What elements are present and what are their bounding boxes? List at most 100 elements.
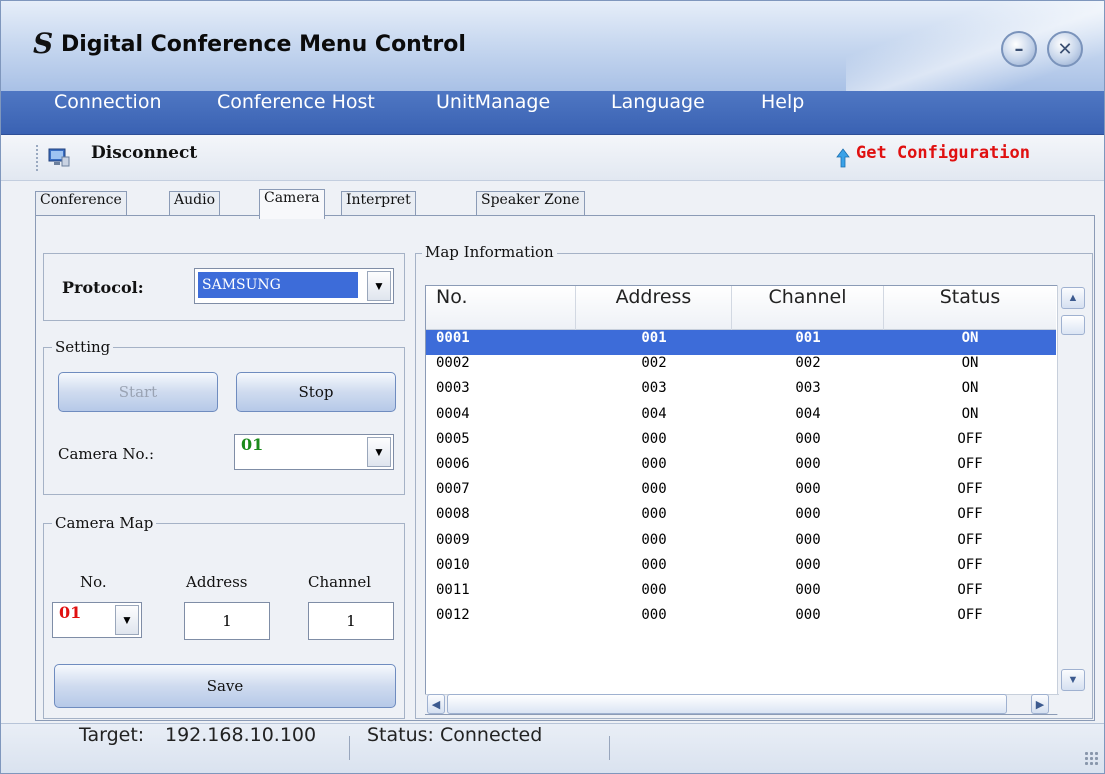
column-header-no[interactable]: No. [426,286,576,330]
table-cell: 0005 [436,430,470,447]
table-cell: OFF [957,430,983,447]
table-cell: 001 [641,330,667,346]
chevron-down-icon[interactable]: ▼ [367,271,391,301]
table-cell: ON [961,330,979,346]
table-cell: OFF [957,481,983,498]
close-button[interactable]: ✕ [1047,31,1083,67]
chevron-down-icon[interactable]: ▼ [115,605,139,635]
table-cell: OFF [957,456,983,472]
tab-camera[interactable]: Camera [259,189,325,219]
camera-no-select[interactable]: 01 ▼ [234,434,394,470]
table-cell: 0006 [436,456,470,472]
connection-status: Status: Connected [367,724,543,746]
table-cell: 000 [641,607,667,624]
table-cell: 000 [641,506,667,523]
target-value: 192.168.10.100 [165,724,317,746]
table-cell: 0004 [436,405,470,422]
scrollbar-thumb[interactable] [1061,315,1085,335]
setting-group: Setting Start Stop Camera No.: 01 ▼ [43,337,405,495]
monitor-icon [48,148,70,167]
table-row[interactable]: 0001 001 001 ON [426,330,1056,355]
table-cell: 003 [795,380,821,397]
table-cell: OFF [957,506,983,523]
title-bar: S Digital Conference Menu Control – ✕ [1,1,1104,91]
table-cell: 001 [795,330,821,346]
scroll-right-icon[interactable]: ▶ [1031,694,1049,714]
table-cell: 002 [795,355,821,372]
table-row[interactable]: 0010 000 000 OFF [426,557,1056,582]
table-cell: 000 [641,556,667,573]
table-cell: OFF [957,531,983,548]
get-configuration-button[interactable]: Get Configuration [856,143,1030,163]
scroll-up-icon[interactable]: ▲ [1061,287,1085,309]
camera-map-group: Camera Map No. Address Channel 01 ▼ 1 1 … [43,513,405,719]
table-row[interactable]: 0002 002 002 ON [426,355,1056,380]
table-cell: 000 [795,531,821,548]
toolbar-grip[interactable] [36,145,40,171]
column-header-channel[interactable]: Channel [732,286,884,330]
minimize-button[interactable]: – [1001,31,1037,67]
table-cell: OFF [957,607,983,624]
toolbar: Disconnect Get Configuration [1,135,1104,181]
table-row[interactable]: 0005 000 000 OFF [426,431,1056,456]
menu-item-unitmanage[interactable]: UnitManage [436,91,550,135]
table-row[interactable]: 0008 000 000 OFF [426,506,1056,531]
table-cell: 004 [641,405,667,422]
table-cell: 000 [641,430,667,447]
status-separator [609,736,610,760]
table-cell: 000 [795,607,821,624]
column-header-address[interactable]: Address [576,286,732,330]
setting-group-title: Setting [52,337,114,357]
menu-item-language[interactable]: Language [611,91,705,135]
map-channel-input[interactable]: 1 [308,602,394,640]
table-cell: 000 [641,531,667,548]
menu-item-help[interactable]: Help [761,91,804,135]
table-cell: 000 [795,582,821,598]
table-row[interactable]: 0004 004 004 ON [426,406,1056,431]
table-row[interactable]: 0007 000 000 OFF [426,481,1056,506]
status-bar: Target: 192.168.10.100 Status: Connected [1,723,1104,773]
scroll-down-icon[interactable]: ▼ [1061,669,1085,691]
camera-no-value: 01 [241,435,264,454]
table-cell: 0010 [436,556,470,573]
stop-button[interactable]: Stop [236,372,396,412]
chevron-down-icon[interactable]: ▼ [367,437,391,467]
protocol-group: Protocol: SAMSUNG ▼ [43,253,405,321]
resize-grip-icon[interactable] [1084,751,1098,765]
start-button[interactable]: Start [58,372,218,412]
table-cell: ON [961,380,979,397]
table-cell: 003 [641,380,667,397]
table-row[interactable]: 0003 003 003 ON [426,380,1056,405]
table-row[interactable]: 0006 000 000 OFF [426,456,1056,481]
map-address-input[interactable]: 1 [184,602,270,640]
table-cell: 000 [795,481,821,498]
table-cell: OFF [957,556,983,573]
tab-strip: Conference Audio Camera Interpret Speake… [1,181,1104,219]
menu-item-conference-host[interactable]: Conference Host [217,91,375,135]
scroll-left-icon[interactable]: ◀ [427,694,445,714]
horizontal-scrollbar[interactable]: ◀ ▶ [425,694,1059,714]
table-cell: 000 [795,430,821,447]
table-cell: OFF [957,582,983,598]
column-header-status[interactable]: Status [884,286,1056,330]
map-no-select[interactable]: 01 ▼ [52,602,142,638]
table-cell: 002 [641,355,667,372]
table-cell: 000 [795,456,821,472]
table-cell: 000 [641,456,667,472]
protocol-select[interactable]: SAMSUNG ▼ [194,268,394,304]
camera-no-label: Camera No.: [58,445,155,463]
vertical-scrollbar[interactable]: ▲ ▼ [1057,285,1087,715]
table-cell: ON [961,355,979,372]
table-row[interactable]: 0011 000 000 OFF [426,582,1056,607]
disconnect-button[interactable]: Disconnect [91,143,197,163]
app-window: S Digital Conference Menu Control – ✕ Co… [0,0,1105,774]
horizontal-scrollbar-thumb[interactable] [447,694,1007,714]
app-title: Digital Conference Menu Control [61,32,466,57]
table-row[interactable]: 0009 000 000 OFF [426,532,1056,557]
table-cell: 0003 [436,380,470,397]
map-information-table: No. Address Channel Status 0001 001 001 ON 0… [425,285,1059,715]
map-channel-header: Channel [308,573,372,591]
table-row[interactable]: 0012 000 000 OFF [426,607,1056,632]
save-button[interactable]: Save [54,664,396,708]
menu-item-connection[interactable]: Connection [54,91,162,135]
